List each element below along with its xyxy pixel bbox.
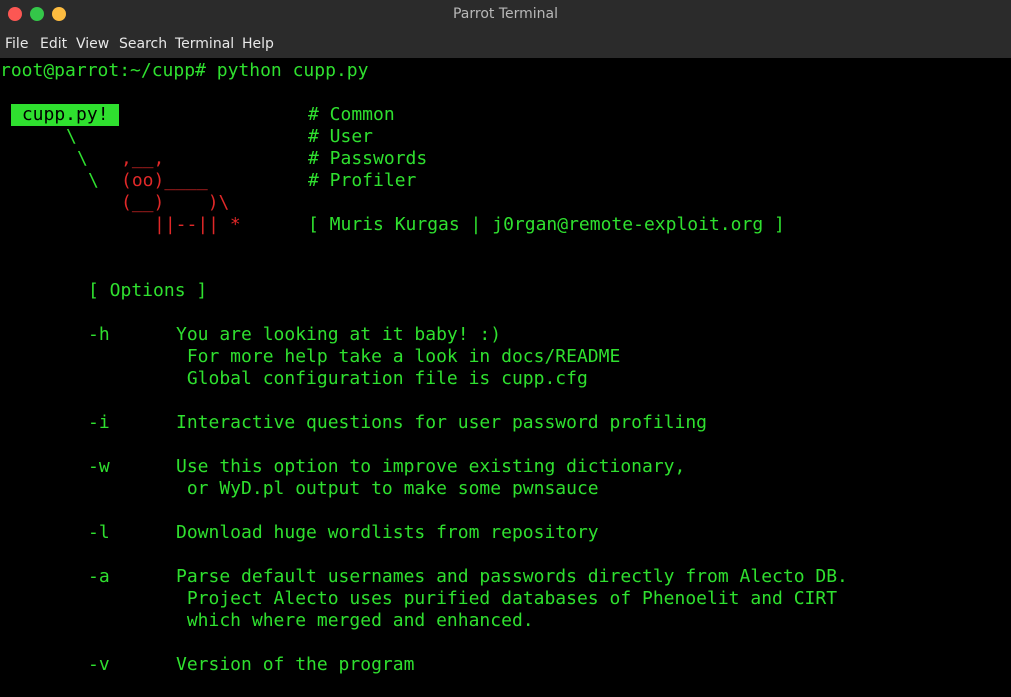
cow-slash-1: \ xyxy=(66,126,77,147)
option-w-desc: Use this option to improve existing dict… xyxy=(176,456,686,477)
option-l-desc: Download huge wordlists from repository xyxy=(176,522,599,543)
cupp-label: cupp.py! xyxy=(11,104,120,126)
terminal-output[interactable]: root@parrot:~/cupp# python cupp.py cupp.… xyxy=(0,58,1011,697)
prompt-line: root@parrot:~/cupp# python cupp.py xyxy=(0,60,369,81)
title-bar: Parrot Terminal xyxy=(0,0,1011,30)
option-h-desc: For more help take a look in docs/README xyxy=(176,346,621,367)
menu-help[interactable]: Help xyxy=(242,36,274,52)
banner-passwords: # Passwords xyxy=(308,148,428,169)
cow-legs: ||--|| * xyxy=(154,214,241,235)
menu-edit[interactable]: Edit xyxy=(40,36,67,52)
option-a-flag: -a xyxy=(88,566,110,587)
options-header: [ Options ] xyxy=(88,280,208,301)
option-h-desc: You are looking at it baby! :) xyxy=(176,324,502,345)
option-a-desc: Project Alecto uses purified databases o… xyxy=(176,588,838,609)
option-i-desc: Interactive questions for user password … xyxy=(176,412,708,433)
option-w-desc: or WyD.pl output to make some pwnsauce xyxy=(176,478,599,499)
cow-eyes: (oo)____ xyxy=(121,170,208,191)
cow-slash-3: \ xyxy=(88,170,99,191)
option-v-desc: Version of the program xyxy=(176,654,415,675)
window-title: Parrot Terminal xyxy=(452,6,559,22)
menu-terminal[interactable]: Terminal xyxy=(175,36,234,52)
menu-bar: File Edit View Search Terminal Help xyxy=(0,30,1011,58)
cow-slash-2: \ xyxy=(77,148,88,169)
banner-user: # User xyxy=(308,126,374,147)
option-l-flag: -l xyxy=(88,522,110,543)
menu-view[interactable]: View xyxy=(76,36,109,52)
option-v-flag: -v xyxy=(88,654,110,675)
option-h-desc: Global configuration file is cupp.cfg xyxy=(176,368,588,389)
cow-body: (__) )\ xyxy=(121,192,230,213)
option-h-flag: -h xyxy=(88,324,110,345)
banner-credits: [ Muris Kurgas | j0rgan@remote-exploit.o… xyxy=(308,214,785,235)
banner-profiler: # Profiler xyxy=(308,170,417,191)
option-a-desc: which where merged and enhanced. xyxy=(176,610,534,631)
menu-search[interactable]: Search xyxy=(119,36,167,52)
banner-common: # Common xyxy=(308,104,395,125)
menu-file[interactable]: File xyxy=(5,36,28,52)
cow-head: ,__, xyxy=(121,148,165,169)
option-i-flag: -i xyxy=(88,412,110,433)
option-w-flag: -w xyxy=(88,456,110,477)
option-a-desc: Parse default usernames and passwords di… xyxy=(176,566,848,587)
